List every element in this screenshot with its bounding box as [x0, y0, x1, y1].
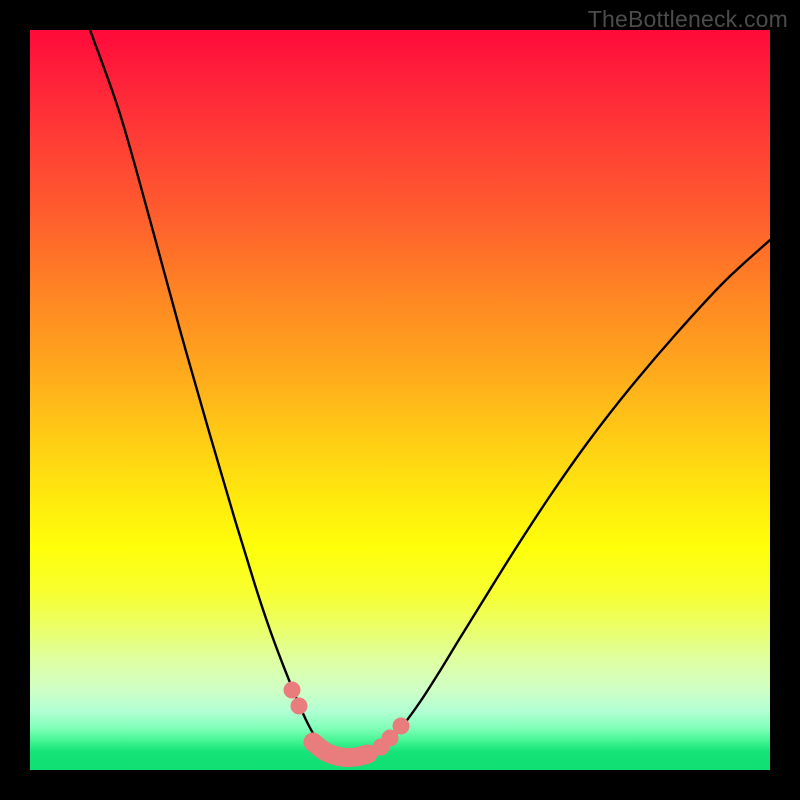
plot-area: [30, 30, 770, 770]
optimal-segment: [313, 742, 368, 757]
curve-layer: [30, 30, 770, 770]
marker-dot: [284, 682, 301, 699]
bottleneck-curve: [90, 30, 770, 759]
marker-dot: [393, 718, 410, 735]
markers-group: [284, 682, 410, 756]
watermark-text: TheBottleneck.com: [588, 6, 788, 33]
marker-dot: [291, 698, 308, 715]
outer-frame: TheBottleneck.com: [0, 0, 800, 800]
